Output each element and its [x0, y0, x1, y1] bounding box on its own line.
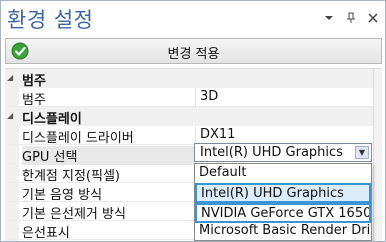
property-value[interactable]: 3D [200, 89, 370, 104]
category-row-display[interactable]: ◢ 디스플레이 [5, 107, 373, 127]
collapse-icon[interactable]: ◢ [7, 111, 16, 120]
property-name: 은선표시 [22, 226, 70, 241]
gpu-option[interactable]: Microsoft Basic Render Driver [195, 222, 371, 241]
gpu-option[interactable]: NVIDIA GeForce GTX 1650 with [195, 203, 371, 223]
panel-title: 환경 설정 [7, 8, 94, 32]
vertical-scrollbar[interactable] [373, 69, 382, 241]
chevron-down-icon[interactable]: ▼ [355, 146, 369, 159]
column-divider [195, 88, 196, 107]
property-value[interactable]: DX11 [200, 127, 370, 142]
collapse-icon[interactable]: ◢ [7, 73, 16, 82]
chevron-down-icon[interactable] [323, 12, 335, 24]
property-name: 기본 은선제거 방식 [22, 207, 126, 222]
gpu-select-value: Intel(R) UHD Graphics [200, 145, 343, 160]
property-name: 범주 [22, 93, 46, 108]
property-name: 한계점 지정(픽셀) [22, 169, 120, 184]
close-icon[interactable] [367, 12, 379, 24]
gpu-select-dropdown[interactable]: Intel(R) UHD Graphics ▼ [194, 143, 372, 162]
gpu-option[interactable]: Intel(R) UHD Graphics [195, 183, 371, 203]
gpu-options-list: Default Intel(R) UHD Graphics NVIDIA GeF… [194, 163, 372, 241]
settings-panel: 환경 설정 변경 적용 ◢ 범주 범주 3D ◢ 디스플레이 디스플레이 드라이… [0, 0, 386, 242]
property-name: 디스플레이 드라이버 [22, 131, 134, 146]
category-label: 범주 [22, 74, 46, 89]
pin-icon[interactable] [345, 12, 357, 24]
gpu-option[interactable]: Default [195, 164, 371, 184]
category-label: 디스플레이 [22, 112, 82, 127]
property-name: 기본 음영 방식 [22, 188, 103, 203]
apply-changes-label: 변경 적용 [167, 47, 220, 62]
property-name: GPU 선택 [22, 146, 197, 165]
panel-title-bar: 환경 설정 [1, 1, 385, 35]
apply-changes-button[interactable]: 변경 적용 [5, 38, 382, 64]
panel-controls [323, 12, 379, 24]
property-row-category[interactable]: 범주 3D [5, 88, 373, 108]
category-row-category[interactable]: ◢ 범주 [5, 69, 373, 89]
